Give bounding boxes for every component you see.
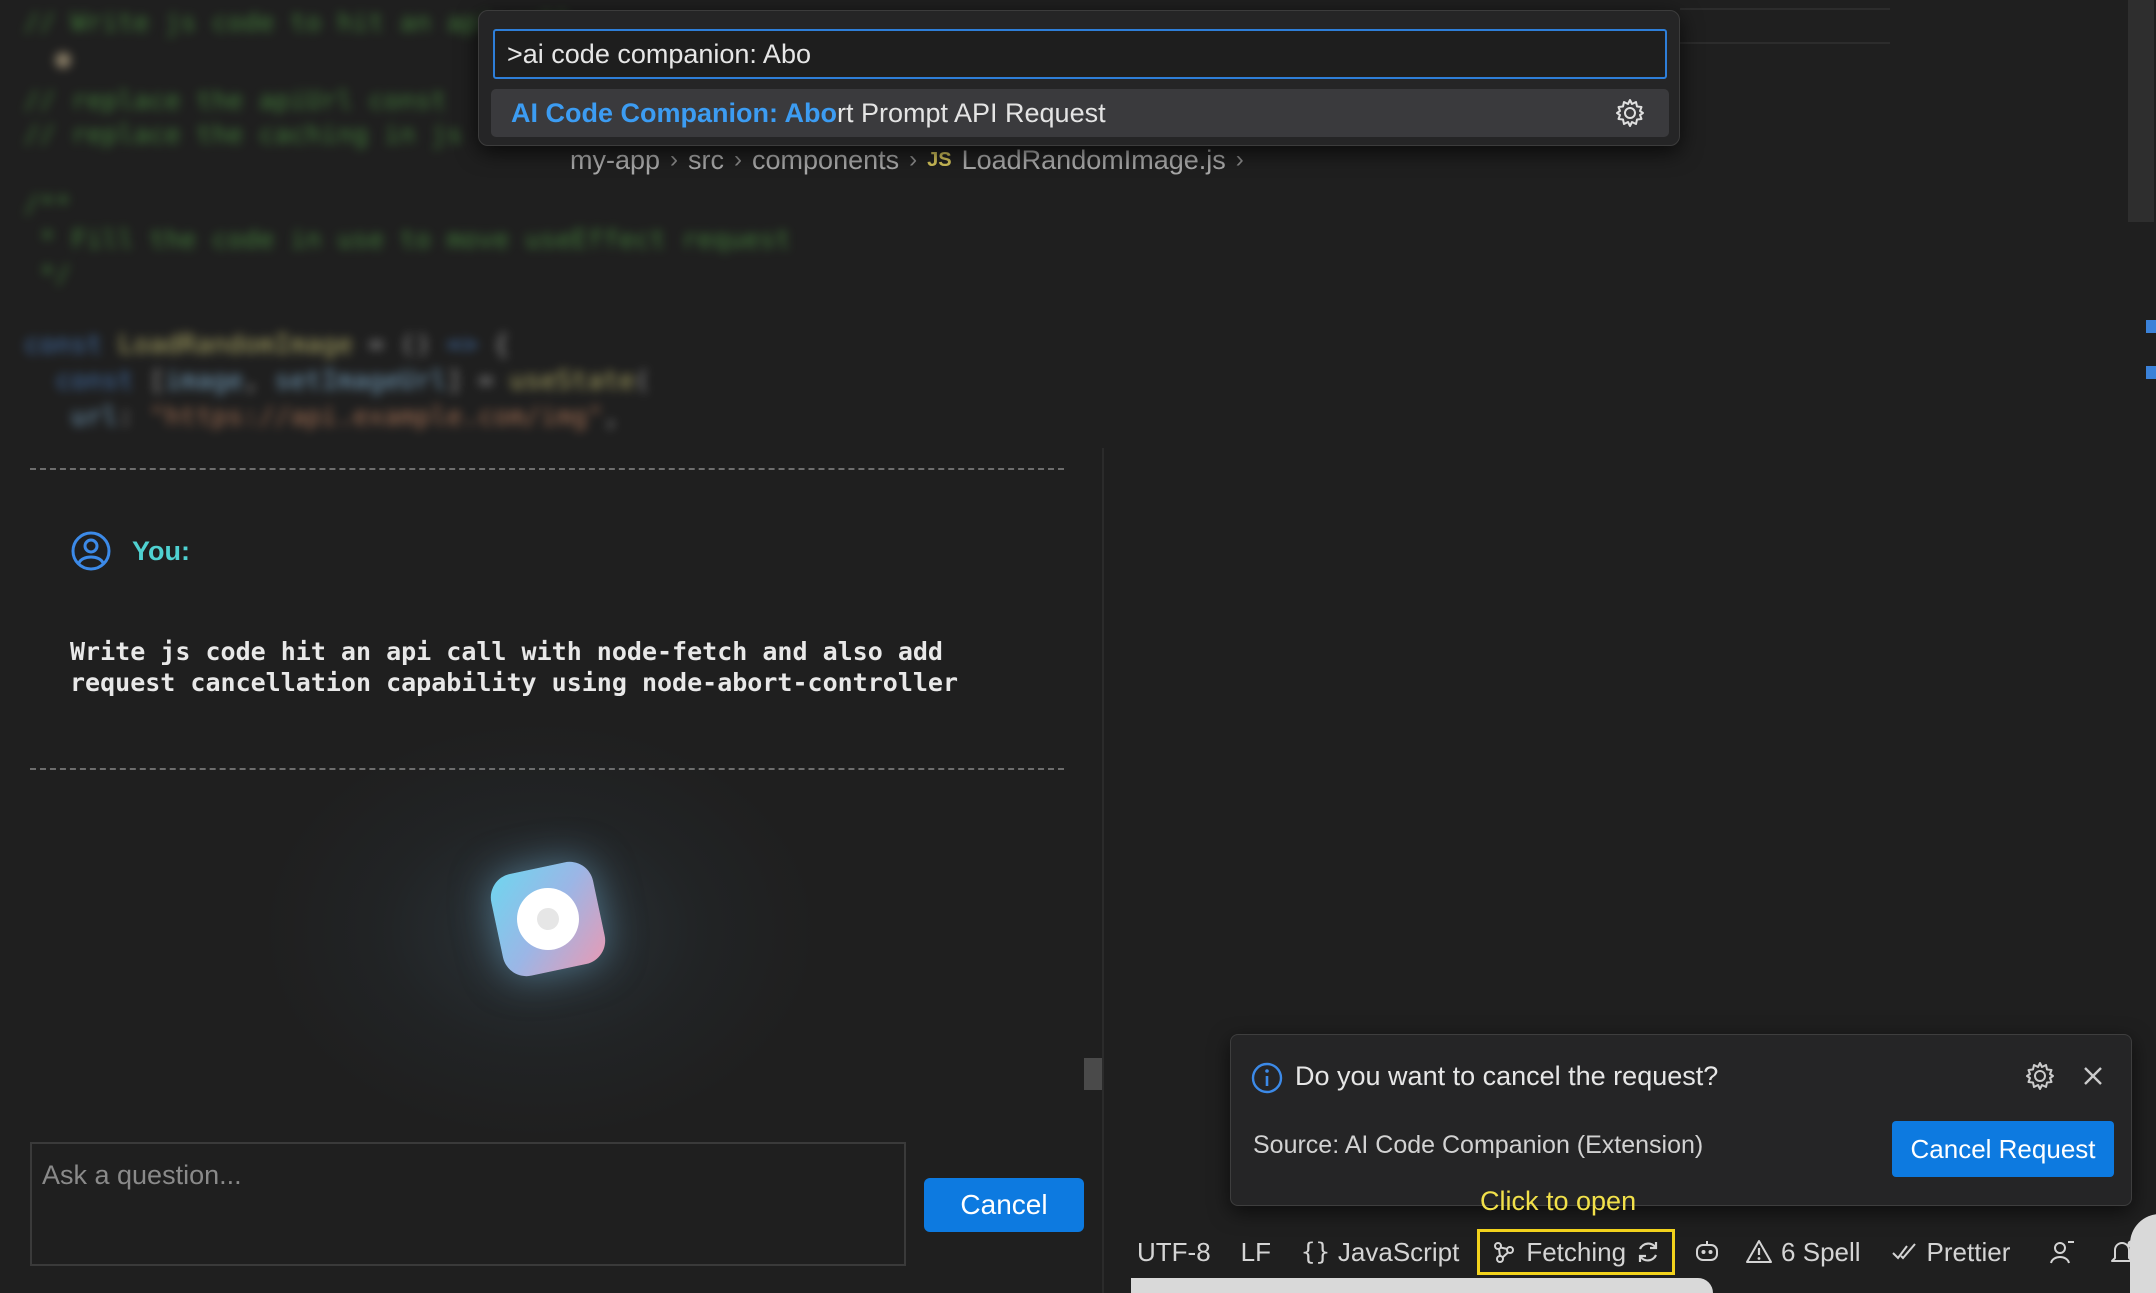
panel-scrollbar-thumb[interactable] [1084, 1058, 1102, 1090]
notification-source: Source: AI Code Companion (Extension) [1253, 1131, 1704, 1159]
command-result-item[interactable]: AI Code Companion: Abo rt Prompt API Requ… [491, 89, 1669, 137]
status-encoding[interactable]: UTF-8 [1131, 1229, 1217, 1275]
chevron-right-icon: › [909, 146, 918, 173]
user-message-text: Write js code hit an api call with node-… [70, 637, 959, 697]
user-message-header: You: [70, 530, 190, 572]
status-fetching[interactable]: Fetching [1477, 1229, 1676, 1275]
click-to-open-hint: Click to open [1480, 1186, 1637, 1216]
fetching-label: Fetching [1526, 1236, 1627, 1267]
editor-divider [1680, 8, 1890, 10]
scrollbar-marker [2146, 320, 2156, 333]
prettier-label: Prettier [1926, 1236, 2011, 1267]
breadcrumb-item[interactable]: components [752, 145, 899, 176]
gear-icon[interactable] [2025, 1061, 2055, 1091]
cancel-button[interactable]: Cancel [924, 1178, 1084, 1232]
chevron-right-icon: › [670, 146, 679, 173]
double-check-icon [1891, 1243, 1916, 1260]
status-eol[interactable]: LF [1235, 1229, 1277, 1275]
editor-scrollbar[interactable] [2128, 0, 2154, 222]
feedback-person-icon [2050, 1241, 2075, 1264]
loading-spinner-icon [486, 857, 610, 981]
status-bar: UTF-8 LF {} JavaScript Fetching 6 Spell … [1131, 1228, 2156, 1276]
copilot-icon [1696, 1241, 1719, 1261]
language-label: JavaScript [1337, 1236, 1460, 1267]
scrollbar-marker [2146, 366, 2156, 379]
breadcrumb: my-app › src › components › JS LoadRando… [570, 142, 1244, 178]
editor-divider [1680, 42, 1890, 44]
sync-icon [1638, 1242, 1658, 1262]
braces-icon: {} [1301, 1238, 1330, 1266]
chevron-right-icon: › [1235, 146, 1244, 173]
status-accounts[interactable] [2042, 1229, 2082, 1275]
breadcrumb-item[interactable]: src [688, 145, 724, 176]
status-language[interactable]: {} JavaScript [1295, 1229, 1465, 1275]
status-spell[interactable]: 6 Spell [1739, 1229, 1867, 1275]
breadcrumb-file[interactable]: LoadRandomImage.js [962, 145, 1226, 176]
bottom-overlay-strip [1131, 1278, 1713, 1293]
gear-icon[interactable] [1615, 98, 1645, 128]
chevron-right-icon: › [734, 146, 743, 173]
close-icon[interactable] [2079, 1062, 2107, 1090]
network-icon [1494, 1242, 1515, 1263]
spell-label: 6 Spell [1781, 1236, 1861, 1267]
js-file-icon: JS [927, 148, 952, 171]
info-icon [1251, 1062, 1283, 1094]
message-separator [30, 468, 1064, 470]
breadcrumb-item[interactable]: my-app [570, 145, 660, 176]
status-prettier[interactable]: Prettier [1885, 1229, 2017, 1275]
user-avatar-icon [71, 531, 111, 571]
encoding-label: UTF-8 [1137, 1236, 1211, 1267]
status-copilot[interactable] [1687, 1229, 1727, 1275]
result-match-text: AI Code Companion: Abo [511, 97, 837, 128]
vscode-window: // Write js code to hit an api call ● //… [0, 0, 2156, 1293]
panel-divider[interactable] [1102, 448, 1104, 1293]
command-palette: AI Code Companion: Abort Prompt API Requ… [478, 10, 1680, 146]
user-label: You: [132, 535, 190, 566]
command-palette-input[interactable] [493, 29, 1667, 79]
cancel-request-notification: Do you want to cancel the request? Sourc… [1230, 1034, 2132, 1206]
cancel-request-button[interactable]: Cancel Request [1892, 1121, 2114, 1177]
eol-label: LF [1240, 1236, 1272, 1267]
ask-question-input[interactable] [30, 1142, 906, 1266]
result-rest-text: rt Prompt API Request [836, 97, 1106, 128]
edge-overlay [2130, 1214, 2156, 1293]
notification-message: Do you want to cancel the request? [1295, 1061, 1719, 1091]
warning-icon [1746, 1240, 1773, 1263]
